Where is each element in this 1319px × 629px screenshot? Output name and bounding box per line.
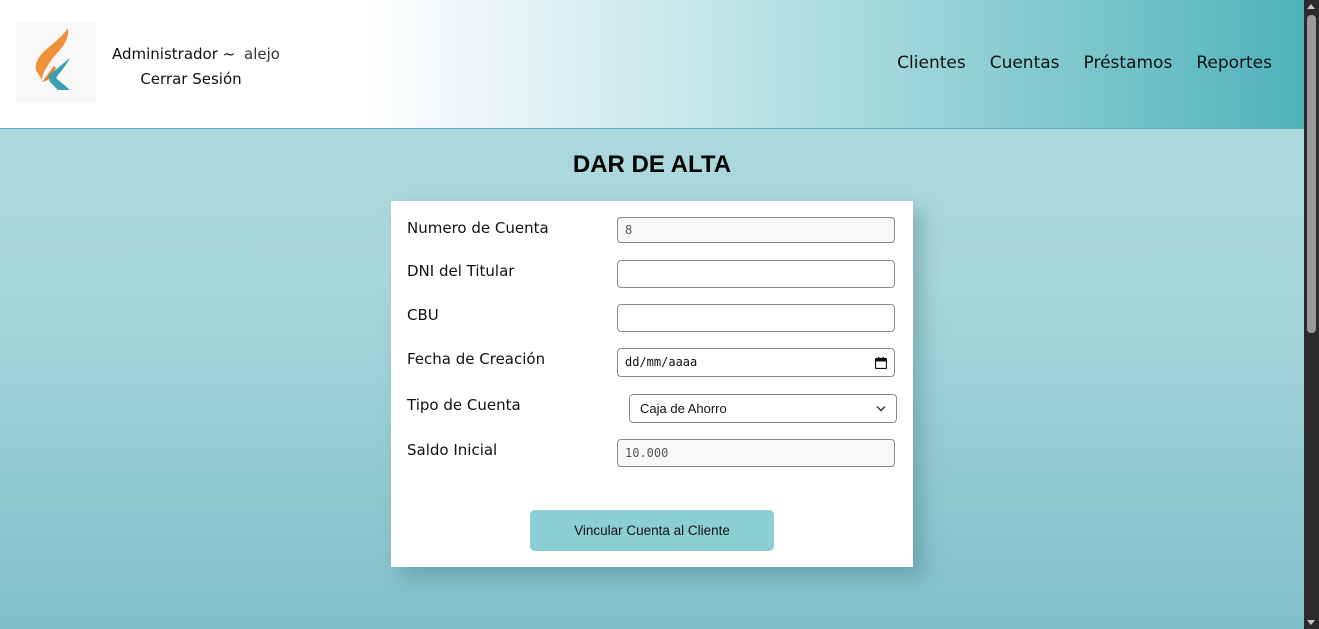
initial-balance-input[interactable]: 10.000 (617, 439, 895, 467)
user-info: Administrador ~ alejo Cerrar Sesión (112, 42, 280, 92)
date-placeholder: dd/mm/aaaa (625, 355, 698, 369)
nav-item-reportes[interactable]: Reportes (1196, 53, 1272, 73)
cbu-input[interactable] (617, 304, 895, 332)
link-account-button[interactable]: Vincular Cuenta al Cliente (530, 510, 774, 551)
nav-item-cuentas[interactable]: Cuentas (990, 53, 1060, 73)
initial-balance-label: Saldo Inicial (407, 441, 498, 459)
user-role-line: Administrador ~ alejo (112, 42, 280, 67)
account-number-label: Numero de Cuenta (407, 219, 549, 237)
account-type-selected: Caja de Ahorro (640, 401, 727, 416)
page-title: DAR DE ALTA (572, 151, 732, 178)
account-type-select[interactable]: Caja de Ahorro (629, 394, 897, 423)
brand-logo[interactable] (16, 22, 96, 102)
nav-item-prestamos[interactable]: Préstamos (1084, 53, 1173, 73)
page-scrollbar[interactable] (1304, 0, 1319, 629)
account-number-input[interactable]: 8 (617, 217, 895, 243)
nav-item-clientes[interactable]: Clientes (897, 53, 966, 73)
brand-k-logo-icon (35, 28, 70, 90)
account-type-label: Tipo de Cuenta (407, 396, 521, 414)
chevron-down-icon (876, 406, 886, 412)
header: Administrador ~ alejo Cerrar Sesión Clie… (0, 0, 1304, 129)
creation-date-label: Fecha de Creación (407, 350, 546, 368)
scroll-down-icon[interactable] (1307, 620, 1315, 625)
scroll-thumb[interactable] (1307, 15, 1316, 333)
user-name: alejo (244, 45, 280, 63)
main-nav: Clientes Cuentas Préstamos Reportes (897, 53, 1272, 73)
cbu-label: CBU (407, 306, 439, 324)
calendar-icon[interactable] (875, 356, 887, 369)
dni-label: DNI del Titular (407, 262, 515, 280)
scroll-up-icon[interactable] (1307, 4, 1315, 9)
user-role: Administrador ~ (112, 45, 236, 63)
dni-input[interactable] (617, 260, 895, 288)
creation-date-input[interactable]: dd/mm/aaaa (617, 348, 895, 377)
account-form: Numero de Cuenta 8 DNI del Titular CBU F… (391, 201, 913, 567)
logout-link[interactable]: Cerrar Sesión (112, 67, 270, 92)
